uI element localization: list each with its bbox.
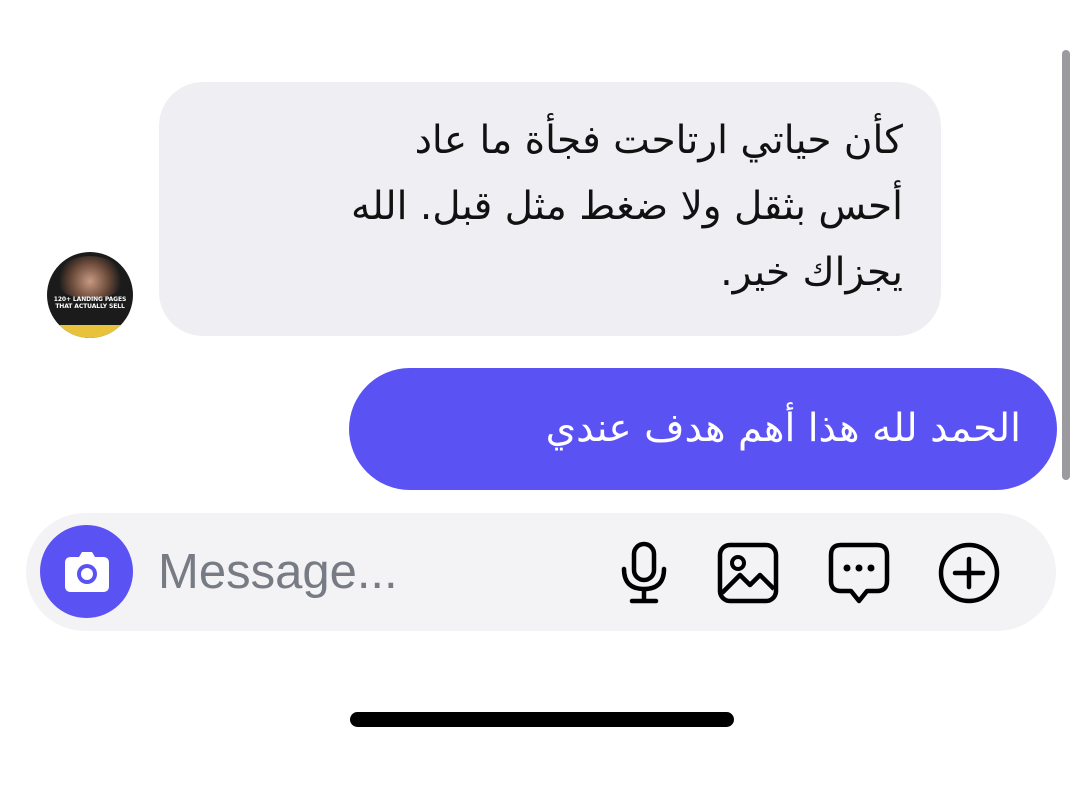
sticker-button[interactable] — [825, 539, 893, 607]
incoming-message-line: كأن حياتي ارتاحت فجأة ما عاد — [414, 118, 903, 163]
message-composer — [26, 513, 1056, 631]
add-button[interactable] — [935, 539, 1003, 607]
outgoing-message-bubble[interactable]: الحمد لله هذا أهم هدف عندي — [349, 368, 1057, 490]
gallery-button[interactable] — [714, 539, 782, 607]
microphone-button[interactable] — [610, 539, 678, 607]
avatar[interactable]: 120+ LANDING PAGES THAT ACTUALLY SELL — [47, 252, 133, 338]
chat-bubble-icon — [828, 542, 890, 604]
incoming-message-row: 120+ LANDING PAGES THAT ACTUALLY SELL كأ… — [47, 82, 947, 338]
incoming-message-line: أحس بثقل ولا ضغط مثل قبل. الله — [350, 184, 903, 229]
incoming-message-line: يجزاك خير. — [720, 250, 903, 295]
incoming-message-bubble[interactable]: كأن حياتي ارتاحت فجأة ما عاد أحس بثقل ول… — [159, 82, 941, 336]
image-icon — [717, 542, 779, 604]
microphone-icon — [621, 541, 667, 604]
chat-screen: 120+ LANDING PAGES THAT ACTUALLY SELL كأ… — [0, 0, 1080, 800]
camera-icon — [64, 551, 109, 592]
avatar-caption: 120+ LANDING PAGES THAT ACTUALLY SELL — [53, 296, 127, 310]
scrollbar[interactable] — [1062, 50, 1070, 480]
avatar-banner — [47, 325, 133, 338]
plus-circle-icon — [938, 542, 1000, 604]
camera-button[interactable] — [40, 525, 133, 618]
home-indicator[interactable] — [350, 712, 734, 727]
message-input[interactable] — [158, 537, 578, 607]
avatar-photo — [57, 256, 123, 298]
outgoing-message-text: الحمد لله هذا أهم هدف عندي — [545, 406, 1021, 451]
